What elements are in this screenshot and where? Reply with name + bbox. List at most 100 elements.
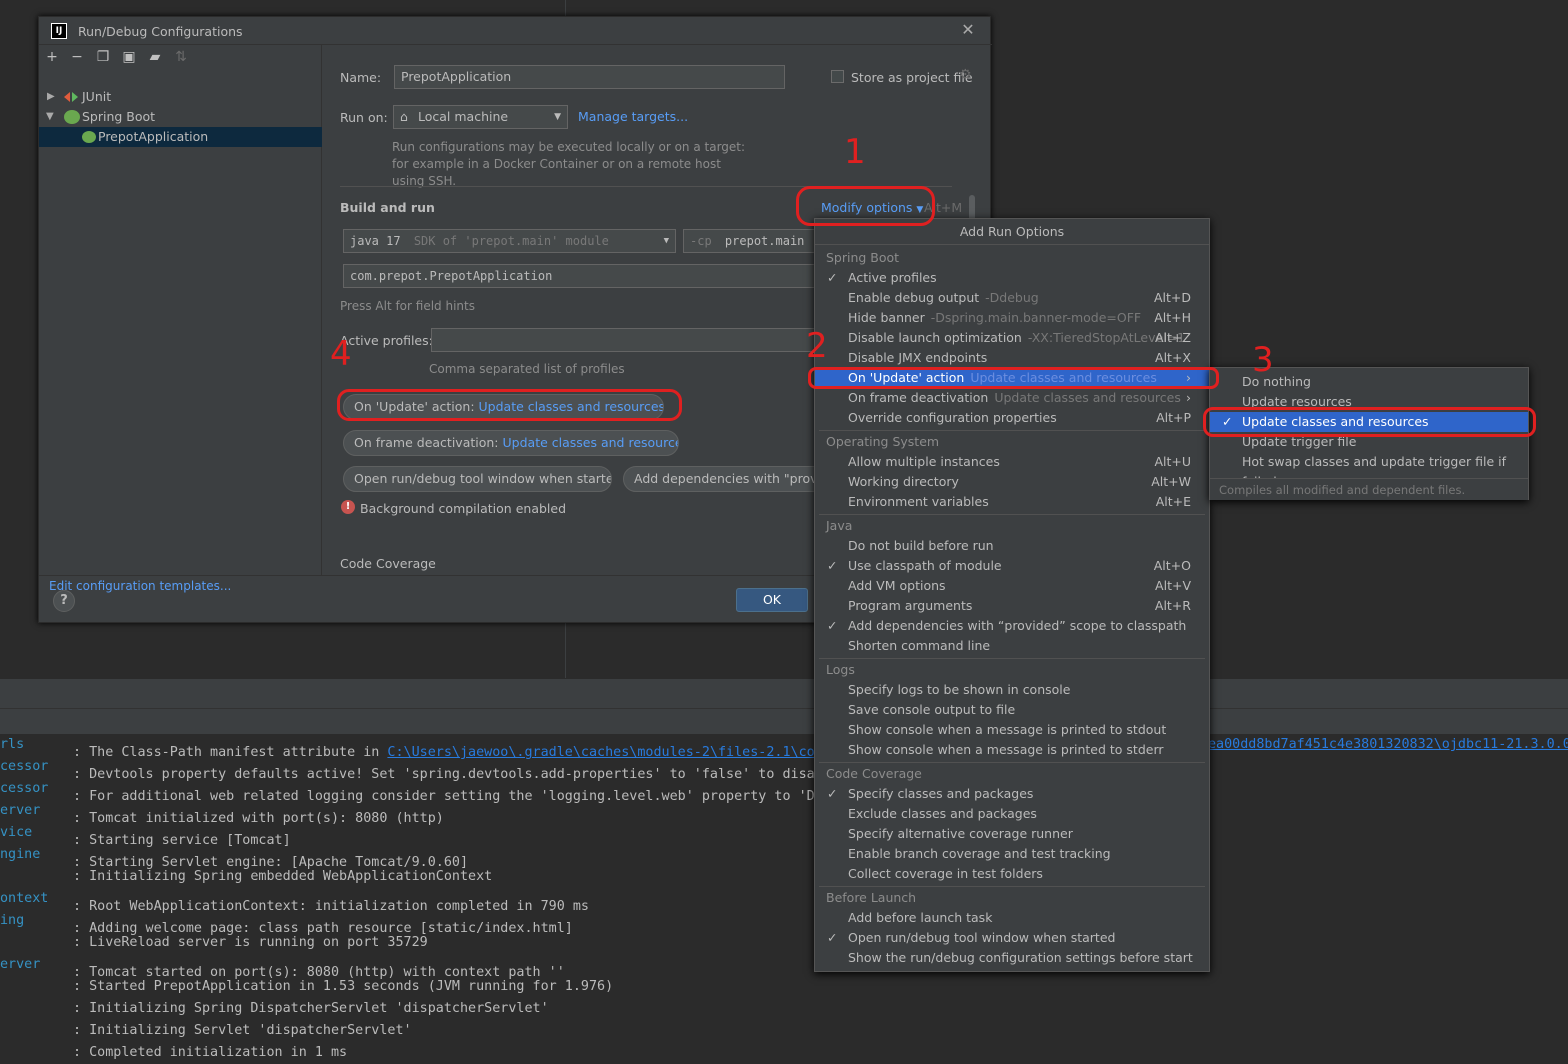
add-run-options-popup: Add Run Options Spring Boot ✓ Active prof… <box>814 218 1210 972</box>
console-line: cessor: Devtools property defaults activ… <box>0 759 839 782</box>
tree-item-spring-boot[interactable]: ▼ Spring Boot <box>39 107 322 127</box>
classpath-combo[interactable]: -cp prepot.main <box>683 229 815 253</box>
option-environment-variables[interactable]: Environment variables Alt+E <box>815 492 1209 512</box>
option-show-console-stdout[interactable]: Show console when a message is printed t… <box>815 720 1209 740</box>
help-button[interactable]: ? <box>53 590 75 612</box>
section-logs: Logs <box>826 662 855 677</box>
field-hints-text: Press Alt for field hints <box>340 299 475 313</box>
option-add-dependencies[interactable]: ✓ Add dependencies with “provided” scope … <box>815 616 1209 636</box>
console-line: ing: Adding welcome page: class path res… <box>0 913 573 936</box>
option-use-classpath[interactable]: ✓ Use classpath of module Alt+O <box>815 556 1209 576</box>
tree-item-label: PrepotApplication <box>98 129 209 144</box>
open-tool-window-chip[interactable]: Open run/debug tool window when started … <box>343 466 612 492</box>
sort-icon[interactable]: ⇅ <box>173 49 189 65</box>
option-exclude-classes[interactable]: Exclude classes and packages <box>815 804 1209 824</box>
spring-boot-icon <box>82 131 96 143</box>
option-alternative-runner[interactable]: Specify alternative coverage runner <box>815 824 1209 844</box>
section-java: Java <box>826 518 853 533</box>
console-line: ontext: Root WebApplicationContext: init… <box>0 891 589 914</box>
option-program-arguments[interactable]: Program arguments Alt+R <box>815 596 1209 616</box>
junit-icon <box>64 92 78 102</box>
jdk-combo[interactable]: java 17 SDK of 'prepot.main' module ▼ <box>343 229 676 253</box>
option-override-properties[interactable]: Override configuration properties Alt+P <box>815 408 1209 428</box>
option-active-profiles[interactable]: ✓ Active profiles <box>815 268 1209 288</box>
config-tree-pane: + − ❐ ▣ ▰ ⇅ ▶ JUnit ▼ Spring Boot Prepot… <box>39 45 322 593</box>
tool-window-header <box>0 678 1568 708</box>
option-hide-banner[interactable]: Hide banner -Dspring.main.banner-mode=OFF… <box>815 308 1209 328</box>
console-line: : Initializing Spring DispatcherServlet … <box>73 1001 549 1016</box>
option-shorten-command-line[interactable]: Shorten command line <box>815 636 1209 656</box>
move-to-folder-icon[interactable]: ▰ <box>147 49 163 65</box>
annotation-number-3: 3 <box>1252 340 1274 380</box>
chevron-down-icon: ▼ <box>663 236 669 246</box>
option-on-frame-deactivation[interactable]: On frame deactivation Update classes and … <box>815 388 1209 408</box>
console-output[interactable]: rls: The Class-Path manifest attribute i… <box>0 734 1568 1060</box>
chip-value[interactable]: Update classes and resources <box>503 435 678 450</box>
on-frame-deactivation-chip[interactable]: On frame deactivation: Update classes an… <box>343 430 679 456</box>
spring-boot-icon <box>64 110 80 124</box>
annotation-on-update-outline <box>808 367 1219 389</box>
close-icon[interactable]: ✕ <box>959 21 977 39</box>
classpath-link-tail[interactable]: ea00dd8bd7af451c4e3801320832\ojdbc11-21.… <box>1208 734 1568 756</box>
console-line: : Initializing Servlet 'dispatcherServle… <box>73 1023 412 1038</box>
cp-prefix: -cp <box>690 234 712 248</box>
run-on-label: Run on: <box>340 110 388 125</box>
submenu-hot-swap[interactable]: Hot swap classes and update trigger file… <box>1210 452 1528 489</box>
jdk-suffix: SDK of 'prepot.main' module <box>413 234 609 248</box>
menu-separator <box>819 658 1205 659</box>
remove-icon[interactable]: − <box>69 49 85 65</box>
option-disable-jmx[interactable]: Disable JMX endpoints Alt+X <box>815 348 1209 368</box>
option-add-vm-options[interactable]: Add VM options Alt+V <box>815 576 1209 596</box>
option-open-tool-window[interactable]: ✓ Open run/debug tool window when started <box>815 928 1209 948</box>
section-spring-boot: Spring Boot <box>826 250 900 265</box>
console-line: rls: The Class-Path manifest attribute i… <box>0 734 839 760</box>
menu-separator <box>819 514 1205 515</box>
console-line: : LiveReload server is running on port 3… <box>73 935 428 950</box>
run-on-hint: Run configurations may be executed local… <box>392 140 746 188</box>
annotation-number-2: 2 <box>806 326 828 366</box>
save-icon[interactable]: ▣ <box>121 49 137 65</box>
option-show-console-stderr[interactable]: Show console when a message is printed t… <box>815 740 1209 760</box>
option-disable-launch-optimization[interactable]: Disable launch optimization -XX:TieredSto… <box>815 328 1209 348</box>
option-show-settings-before-start[interactable]: Show the run/debug configuration setting… <box>815 948 1209 968</box>
option-specify-classes[interactable]: ✓ Specify classes and packages <box>815 784 1209 804</box>
add-icon[interactable]: + <box>44 49 60 65</box>
option-enable-debug-output[interactable]: Enable debug output -Ddebug Alt+D <box>815 288 1209 308</box>
submenu-description: Compiles all modified and dependent file… <box>1210 478 1528 500</box>
gear-icon[interactable]: ⚙ <box>959 67 972 83</box>
chevron-down-icon[interactable]: ▼ <box>46 107 56 127</box>
tree-item-prepot-application[interactable]: PrepotApplication <box>39 127 322 147</box>
option-add-before-launch[interactable]: Add before launch task <box>815 908 1209 928</box>
name-field[interactable]: PrepotApplication <box>394 65 785 89</box>
chevron-right-icon[interactable]: ▶ <box>47 87 57 107</box>
active-profiles-field[interactable] <box>431 328 815 352</box>
main-class-field[interactable]: com.prepot.PrepotApplication <box>343 264 815 288</box>
store-as-file-checkbox[interactable] <box>831 70 844 83</box>
option-working-directory[interactable]: Working directory Alt+W <box>815 472 1209 492</box>
tree-item-label: JUnit <box>82 89 112 104</box>
manage-targets-link[interactable]: Manage targets... <box>578 109 688 124</box>
code-coverage-heading: Code Coverage <box>340 556 436 571</box>
option-branch-coverage[interactable]: Enable branch coverage and test tracking <box>815 844 1209 864</box>
menu-separator <box>819 886 1205 887</box>
chip-label: Add dependencies with "provided" <box>634 471 815 486</box>
check-icon: ✓ <box>827 930 838 945</box>
console-line: : Started PrepotApplication in 1.53 seco… <box>73 979 614 994</box>
ok-button[interactable]: OK <box>736 588 808 612</box>
option-allow-multiple[interactable]: Allow multiple instances Alt+U <box>815 452 1209 472</box>
chip-label: Open run/debug tool window when started <box>354 471 612 486</box>
run-on-combo[interactable]: ⌂ Local machine ▼ <box>393 105 568 129</box>
run-on-value: Local machine <box>418 109 509 124</box>
section-operating-system: Operating System <box>826 434 940 449</box>
profiles-hint: Comma separated list of profiles <box>429 362 625 376</box>
console-source: rls <box>0 737 25 752</box>
option-no-build[interactable]: Do not build before run <box>815 536 1209 556</box>
option-logs-in-console[interactable]: Specify logs to be shown in console <box>815 680 1209 700</box>
home-icon: ⌂ <box>400 109 408 124</box>
add-dependencies-chip[interactable]: Add dependencies with "provided" <box>623 466 815 492</box>
copy-icon[interactable]: ❐ <box>95 49 111 65</box>
option-save-console[interactable]: Save console output to file <box>815 700 1209 720</box>
option-collect-test-coverage[interactable]: Collect coverage in test folders <box>815 864 1209 884</box>
tree-item-junit[interactable]: ▶ JUnit <box>39 87 322 107</box>
tree-item-label: Spring Boot <box>82 109 156 124</box>
